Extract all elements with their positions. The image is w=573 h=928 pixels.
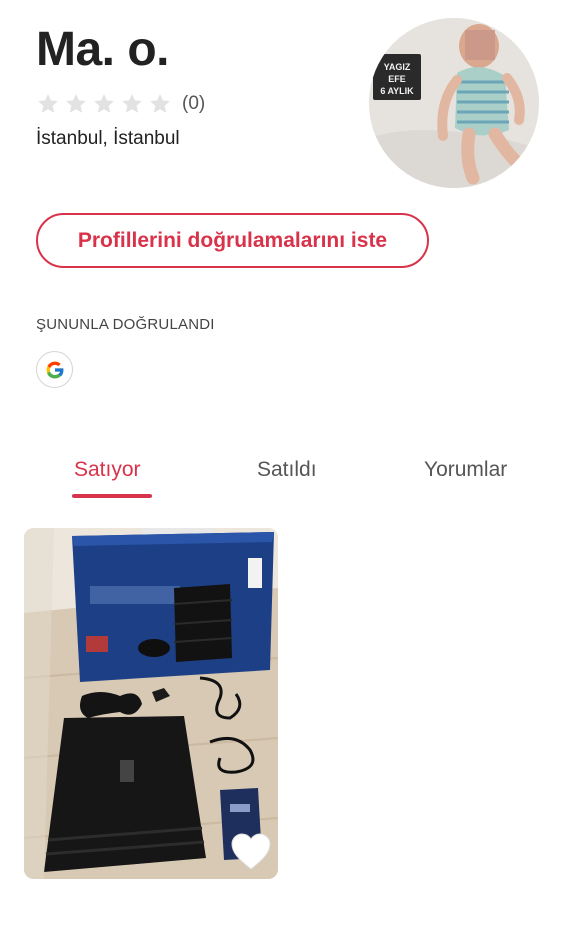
star-icon bbox=[92, 92, 116, 116]
active-tab-indicator bbox=[72, 494, 152, 498]
favorite-button[interactable] bbox=[230, 832, 272, 872]
listing-card[interactable] bbox=[24, 528, 278, 879]
star-icon bbox=[120, 92, 144, 116]
verified-with-title: ŞUNUNLA DOĞRULANDI bbox=[36, 316, 215, 333]
star-icon bbox=[36, 92, 60, 116]
google-icon bbox=[46, 361, 64, 378]
avatar-sign-line-1: YAGIZ bbox=[384, 62, 411, 72]
tab-sold[interactable]: Satıldı bbox=[257, 458, 317, 482]
avatar[interactable]: YAGIZ EFE 6 AYLIK bbox=[369, 18, 539, 188]
listing-photo bbox=[24, 528, 278, 879]
profile-tabs: Satıyor Satıldı Yorumlar bbox=[0, 458, 573, 502]
rating-row: (0) bbox=[36, 92, 205, 116]
avatar-sign-line-3: 6 AYLIK bbox=[380, 86, 414, 96]
star-icon bbox=[148, 92, 172, 116]
tab-selling[interactable]: Satıyor bbox=[74, 458, 141, 482]
tab-reviews[interactable]: Yorumlar bbox=[424, 458, 507, 482]
heart-icon bbox=[231, 833, 271, 870]
star-icon bbox=[64, 92, 88, 116]
request-verification-button[interactable]: Profillerini doğrulamalarını iste bbox=[36, 213, 429, 268]
profile-name: Ma. o. bbox=[36, 23, 170, 76]
rating-count: (0) bbox=[182, 93, 206, 114]
profile-location: İstanbul, İstanbul bbox=[36, 128, 180, 149]
avatar-sign-line-2: EFE bbox=[388, 74, 406, 84]
google-verification-badge bbox=[36, 351, 73, 388]
